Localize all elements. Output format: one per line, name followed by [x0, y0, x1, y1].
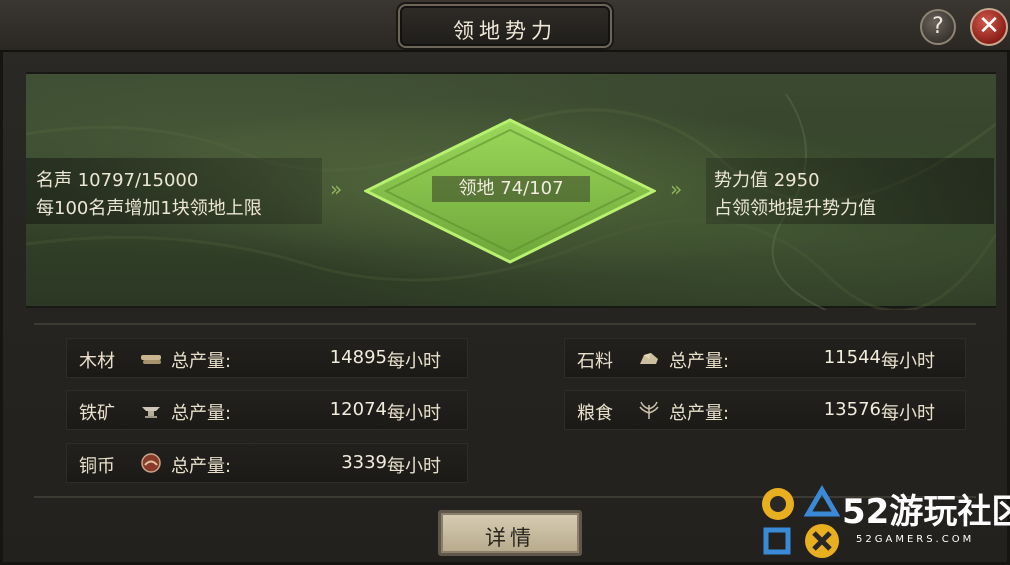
resource-unit: 每小时 — [881, 403, 935, 424]
watermark-text: 52游玩社区 — [842, 492, 1010, 532]
gamepad-symbols-logo — [762, 485, 840, 558]
copper-coin-icon — [141, 453, 161, 473]
resource-value: 12074 — [329, 399, 387, 420]
resource-name: 木材 — [79, 351, 115, 372]
title-plate: 领地势力 — [398, 4, 612, 48]
resource-value: 13576 — [823, 399, 881, 420]
resource-row-grain: 粮食 总产量: 13576 每小时 — [564, 390, 966, 430]
resource-name: 铁矿 — [79, 403, 115, 424]
window-title: 领地势力 — [453, 19, 557, 43]
resource-row-stone: 石料 总产量: 11544 每小时 — [564, 338, 966, 378]
watermark-subtext: 52GAMERS.COM — [856, 534, 975, 545]
details-button[interactable]: 详情 — [438, 510, 582, 556]
territory-count: 领地 74/107 — [432, 176, 590, 202]
chevron-right-icon: » — [330, 177, 343, 201]
power-value: 势力值 2950 — [714, 170, 820, 191]
question-icon: ? — [932, 14, 944, 39]
power-description: 占领领地提升势力值 — [714, 198, 876, 219]
divider — [34, 323, 976, 325]
resource-unit: 每小时 — [881, 351, 935, 372]
reputation-panel: 名声 10797/15000 每100名声增加1块领地上限 — [26, 158, 322, 224]
stone-icon — [640, 353, 658, 364]
wood-icon — [141, 355, 161, 364]
resource-label: 总产量: — [669, 403, 730, 424]
resource-label: 总产量: — [171, 403, 232, 424]
grain-icon — [639, 401, 659, 419]
resource-name: 石料 — [577, 351, 613, 372]
resource-unit: 每小时 — [387, 351, 441, 372]
resource-row-iron: 铁矿 总产量: 12074 每小时 — [66, 390, 468, 430]
resource-value: 14895 — [329, 347, 387, 368]
resource-unit: 每小时 — [387, 456, 441, 477]
resource-name: 铜币 — [79, 456, 115, 477]
resource-label: 总产量: — [669, 351, 730, 372]
watermark: 52游玩社区 52GAMERS.COM — [756, 484, 1010, 564]
resource-value: 11544 — [823, 347, 881, 368]
details-label: 详情 — [485, 526, 535, 550]
close-button[interactable]: ✕ — [970, 8, 1008, 46]
reputation-description: 每100名声增加1块领地上限 — [36, 198, 262, 219]
help-button[interactable]: ? — [920, 9, 956, 45]
resource-label: 总产量: — [171, 351, 232, 372]
resource-value: 3339 — [341, 452, 387, 473]
resource-label: 总产量: — [171, 456, 232, 477]
power-panel: 势力值 2950 占领领地提升势力值 — [706, 158, 994, 224]
resource-row-copper: 铜币 总产量: 3339 每小时 — [66, 443, 468, 483]
iron-icon — [142, 407, 160, 418]
reputation-value: 名声 10797/15000 — [36, 170, 199, 191]
resource-unit: 每小时 — [387, 403, 441, 424]
close-icon: ✕ — [978, 11, 1000, 41]
resource-row-wood: 木材 总产量: 14895 每小时 — [66, 338, 468, 378]
resource-name: 粮食 — [577, 403, 613, 424]
chevron-right-icon: » — [670, 177, 683, 201]
